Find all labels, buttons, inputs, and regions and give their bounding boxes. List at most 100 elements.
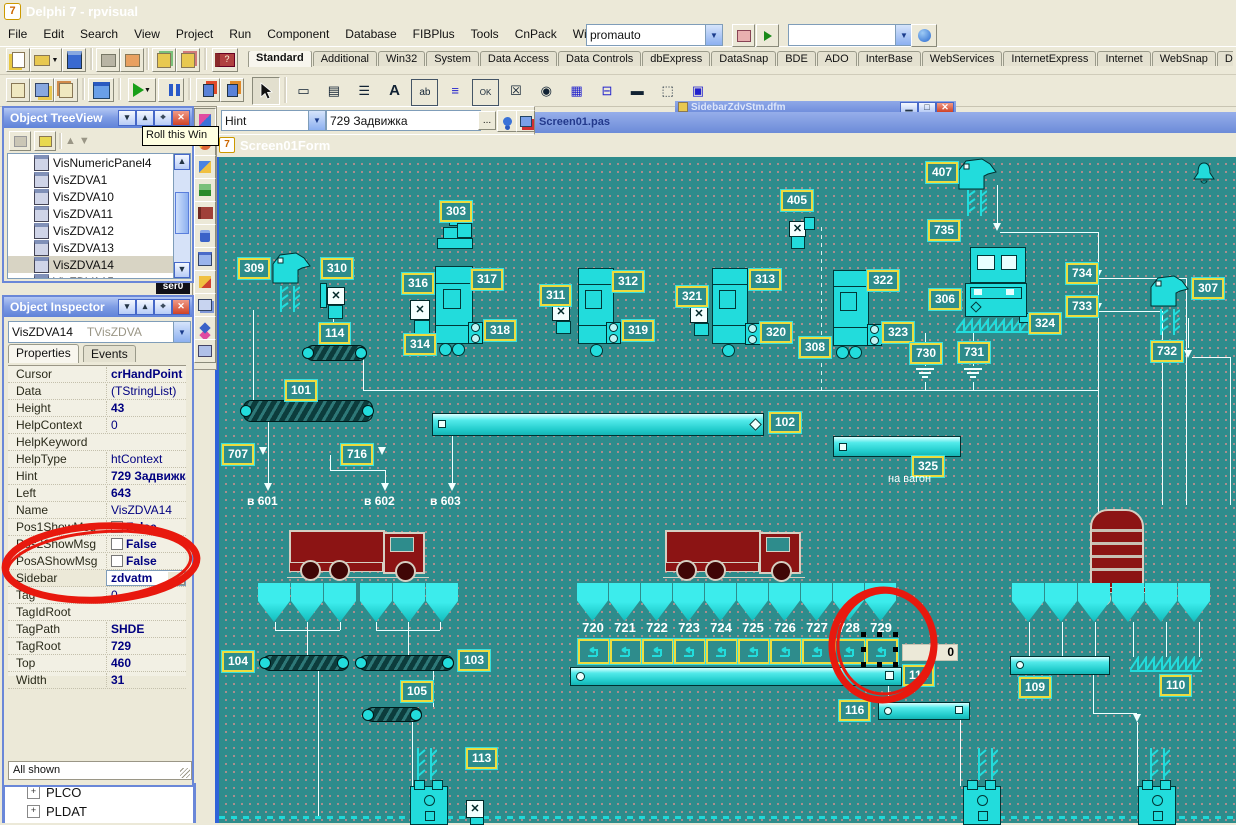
property-selector-combo[interactable]: Hint ▼ xyxy=(221,110,326,131)
tree-item[interactable]: VisZDVA10 xyxy=(8,188,174,205)
windows-tool-button[interactable] xyxy=(194,293,216,317)
property-row[interactable]: TagPathSHDE xyxy=(8,621,186,638)
selection-handle[interactable] xyxy=(893,632,898,637)
property-value[interactable]: 0 xyxy=(106,588,186,602)
form-designer-canvas[interactable] xyxy=(215,157,1236,823)
property-row[interactable]: Width31 xyxy=(8,672,186,689)
component-scrollbar-icon[interactable]: ▬ xyxy=(624,77,651,104)
valve-310-icon[interactable]: ✕ xyxy=(327,287,345,305)
press-machine-306-top[interactable] xyxy=(970,247,1026,283)
property-row[interactable]: Left643 xyxy=(8,485,186,502)
run-button[interactable]: ▼ xyxy=(128,78,156,102)
tab-internetexpress[interactable]: InternetExpress xyxy=(1003,51,1096,66)
tag-label-320[interactable]: 320 xyxy=(760,322,792,343)
gauge-323-icon[interactable] xyxy=(867,324,882,346)
scale-machine-303[interactable] xyxy=(437,238,473,249)
treeview-list[interactable]: VisNumericPanel4 VisZDVA1 VisZDVA10 VisZ… xyxy=(7,153,174,279)
tag-label-319[interactable]: 319 xyxy=(622,320,654,341)
chevron-down-icon[interactable]: ▼ xyxy=(308,111,325,130)
property-value[interactable]: 643 xyxy=(106,486,186,500)
elevator-boot-machine[interactable] xyxy=(1138,786,1176,825)
tag-label-318[interactable]: 318 xyxy=(484,320,516,341)
tree-item-selected[interactable]: VisZDVA14 xyxy=(8,256,174,273)
tab-decision-cube[interactable]: Decision Cube xyxy=(1217,51,1233,66)
elevator-head-407[interactable] xyxy=(958,158,998,190)
screw-conveyor-110[interactable] xyxy=(1130,656,1202,672)
tree-item[interactable]: VisZDVA15 xyxy=(8,273,174,279)
expand-plus-icon[interactable]: + xyxy=(27,805,40,818)
form-titlebar[interactable]: 7 Screen01Form xyxy=(215,133,1236,157)
tag-label-735[interactable]: 735 xyxy=(928,220,960,241)
pas-window-titlebar[interactable]: Screen01.pas xyxy=(533,112,1236,133)
tag-label-310[interactable]: 310 xyxy=(321,258,353,279)
menu-fibplus[interactable]: FIBPlus xyxy=(405,23,463,45)
tag-label-113[interactable]: 113 xyxy=(466,748,497,769)
tag-label-716[interactable]: 716 xyxy=(341,444,373,465)
property-value[interactable]: 729 Задвижка xyxy=(106,469,186,483)
rollup-icon[interactable]: ▴ xyxy=(136,110,154,126)
property-row[interactable]: HelpContext0 xyxy=(8,417,186,434)
selection-handle[interactable] xyxy=(861,632,866,637)
chevron-down-icon[interactable]: ▾ xyxy=(118,299,136,315)
gate-valve-button-726[interactable] xyxy=(770,639,802,664)
gate-valve-button-722[interactable] xyxy=(642,639,674,664)
property-row[interactable]: CursorcrHandPoint xyxy=(8,366,186,383)
tag-label-102[interactable]: 102 xyxy=(769,412,801,433)
object-selector-combo[interactable]: VisZDVA14 TVisZDVA ▼ xyxy=(8,321,191,343)
chevron-down-icon[interactable]: ▼ xyxy=(895,25,912,45)
tag-label-303[interactable]: 303 xyxy=(440,201,472,222)
property-value[interactable]: False xyxy=(106,537,186,551)
tab-system[interactable]: System xyxy=(426,51,479,66)
tag-label-116[interactable]: 116 xyxy=(839,700,870,721)
new-item-button[interactable] xyxy=(9,131,31,151)
tag-label-307[interactable]: 307 xyxy=(1192,278,1224,299)
tag-label-321[interactable]: 321 xyxy=(676,286,708,307)
separator-machine-313[interactable] xyxy=(712,268,748,344)
property-row-sidebar[interactable]: Sidebarzdvatm... xyxy=(8,570,186,587)
property-row[interactable]: Pos2ShowMsgFalse xyxy=(8,536,186,553)
minimize-icon[interactable]: ▁ xyxy=(900,102,918,113)
tab-internet[interactable]: Internet xyxy=(1097,51,1150,66)
scroll-up-icon[interactable]: ▲ xyxy=(174,154,190,170)
book-tool-button[interactable] xyxy=(194,201,216,225)
tree-item[interactable]: VisZDVA11 xyxy=(8,205,174,222)
inspector-titlebar[interactable]: Object Inspector ▾ ▴ ⌖ ✕ xyxy=(4,297,192,317)
app-titlebar[interactable]: 7 Delphi 7 - rpvisual xyxy=(0,0,1236,22)
selection-handle[interactable] xyxy=(893,662,898,667)
elevator-head-307[interactable] xyxy=(1150,275,1190,307)
tab-dbexpress[interactable]: dbExpress xyxy=(642,51,710,66)
chevron-down-icon[interactable]: ▼ xyxy=(144,87,151,94)
belt-conveyor-101[interactable] xyxy=(243,400,373,422)
sync-units-button[interactable] xyxy=(732,24,755,47)
gate-valve-button-724[interactable] xyxy=(706,639,738,664)
pause-button[interactable] xyxy=(158,78,184,102)
chevron-down-icon[interactable]: ▼ xyxy=(705,25,722,45)
pin-icon[interactable]: ⌖ xyxy=(154,110,172,126)
component-label-icon[interactable]: A xyxy=(381,77,408,104)
close-icon[interactable]: ✕ xyxy=(936,102,954,113)
tab-events[interactable]: Events xyxy=(83,345,136,362)
new-form-button[interactable] xyxy=(6,78,30,102)
pointer-tool-button[interactable] xyxy=(252,77,280,105)
tag-label-707[interactable]: 707 xyxy=(222,444,254,465)
tag-label-114[interactable]: 114 xyxy=(319,323,350,344)
property-row[interactable]: HelpKeyword xyxy=(8,434,186,451)
property-value[interactable]: (TStringList) xyxy=(106,384,186,398)
property-value[interactable]: crHandPoint xyxy=(106,367,186,381)
conveyor-111[interactable] xyxy=(570,667,902,686)
property-row[interactable]: Tag0 xyxy=(8,587,186,604)
tag-label-324[interactable]: 324 xyxy=(1029,313,1061,334)
belt-conveyor-104[interactable] xyxy=(262,655,349,671)
tag-label-405[interactable]: 405 xyxy=(781,190,813,211)
property-value[interactable]: 729 xyxy=(106,639,186,653)
gauge-319-icon[interactable] xyxy=(606,322,621,344)
belt-conveyor-103[interactable] xyxy=(358,655,454,671)
property-row[interactable]: Pos1ShowMsgFalse xyxy=(8,519,186,536)
gauge-318-icon[interactable] xyxy=(468,322,483,344)
property-row[interactable]: TagRoot729 xyxy=(8,638,186,655)
project-tree-item[interactable]: + PLDAT xyxy=(5,800,193,819)
property-value[interactable]: False xyxy=(106,554,186,568)
tag-label-312[interactable]: 312 xyxy=(612,271,644,292)
tab-additional[interactable]: Additional xyxy=(313,51,377,66)
checkbox-icon[interactable] xyxy=(111,555,123,567)
